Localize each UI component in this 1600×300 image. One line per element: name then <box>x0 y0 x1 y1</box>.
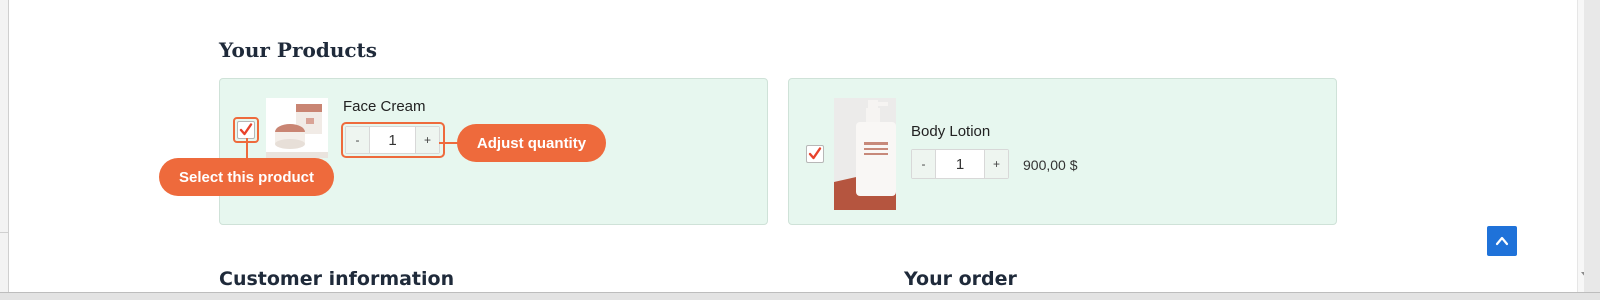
select-product-tooltip: Select this product <box>159 158 334 196</box>
product-name: Face Cream <box>343 98 426 115</box>
customer-information-heading: Customer information <box>219 268 455 290</box>
product-image-face-cream <box>266 98 328 158</box>
your-products-title: Your Products <box>219 38 378 62</box>
quantity-input[interactable] <box>936 150 984 178</box>
adjust-quantity-tooltip: Adjust quantity <box>457 124 606 162</box>
window-left-edge <box>0 0 8 300</box>
scroll-to-top-button[interactable] <box>1487 226 1517 256</box>
quantity-stepper[interactable]: - + <box>911 149 1009 179</box>
vertical-scrollbar[interactable] <box>1577 0 1584 292</box>
your-order-heading: Your order <box>904 268 1017 290</box>
checkmark-icon <box>808 147 822 160</box>
chevron-up-icon <box>1495 236 1509 246</box>
quantity-tooltip-connector <box>439 142 458 144</box>
quantity-decrease-button[interactable]: - <box>346 127 370 153</box>
quantity-input[interactable] <box>370 127 415 153</box>
product-price: 900,00 $ <box>1023 157 1078 173</box>
product-card-body-lotion: Body Lotion - + 900,00 $ <box>788 78 1337 225</box>
page-viewport: Your Products Face Cream - 1 + Body Loti… <box>8 0 1584 292</box>
select-tooltip-connector <box>246 138 248 159</box>
quantity-decrease-button[interactable]: - <box>912 150 936 178</box>
product-select-checkbox[interactable] <box>806 145 824 163</box>
window-bottom-edge <box>0 292 1600 300</box>
checkmark-icon <box>239 123 253 136</box>
quantity-increase-button[interactable]: + <box>984 150 1008 178</box>
quantity-stepper[interactable]: - + <box>345 126 440 154</box>
scroll-down-arrow-icon[interactable] <box>1581 272 1584 278</box>
quantity-increase-button[interactable]: + <box>415 127 439 153</box>
product-name: Body Lotion <box>911 123 991 140</box>
product-image-body-lotion <box>834 98 896 210</box>
product-select-checkbox[interactable] <box>237 121 255 139</box>
